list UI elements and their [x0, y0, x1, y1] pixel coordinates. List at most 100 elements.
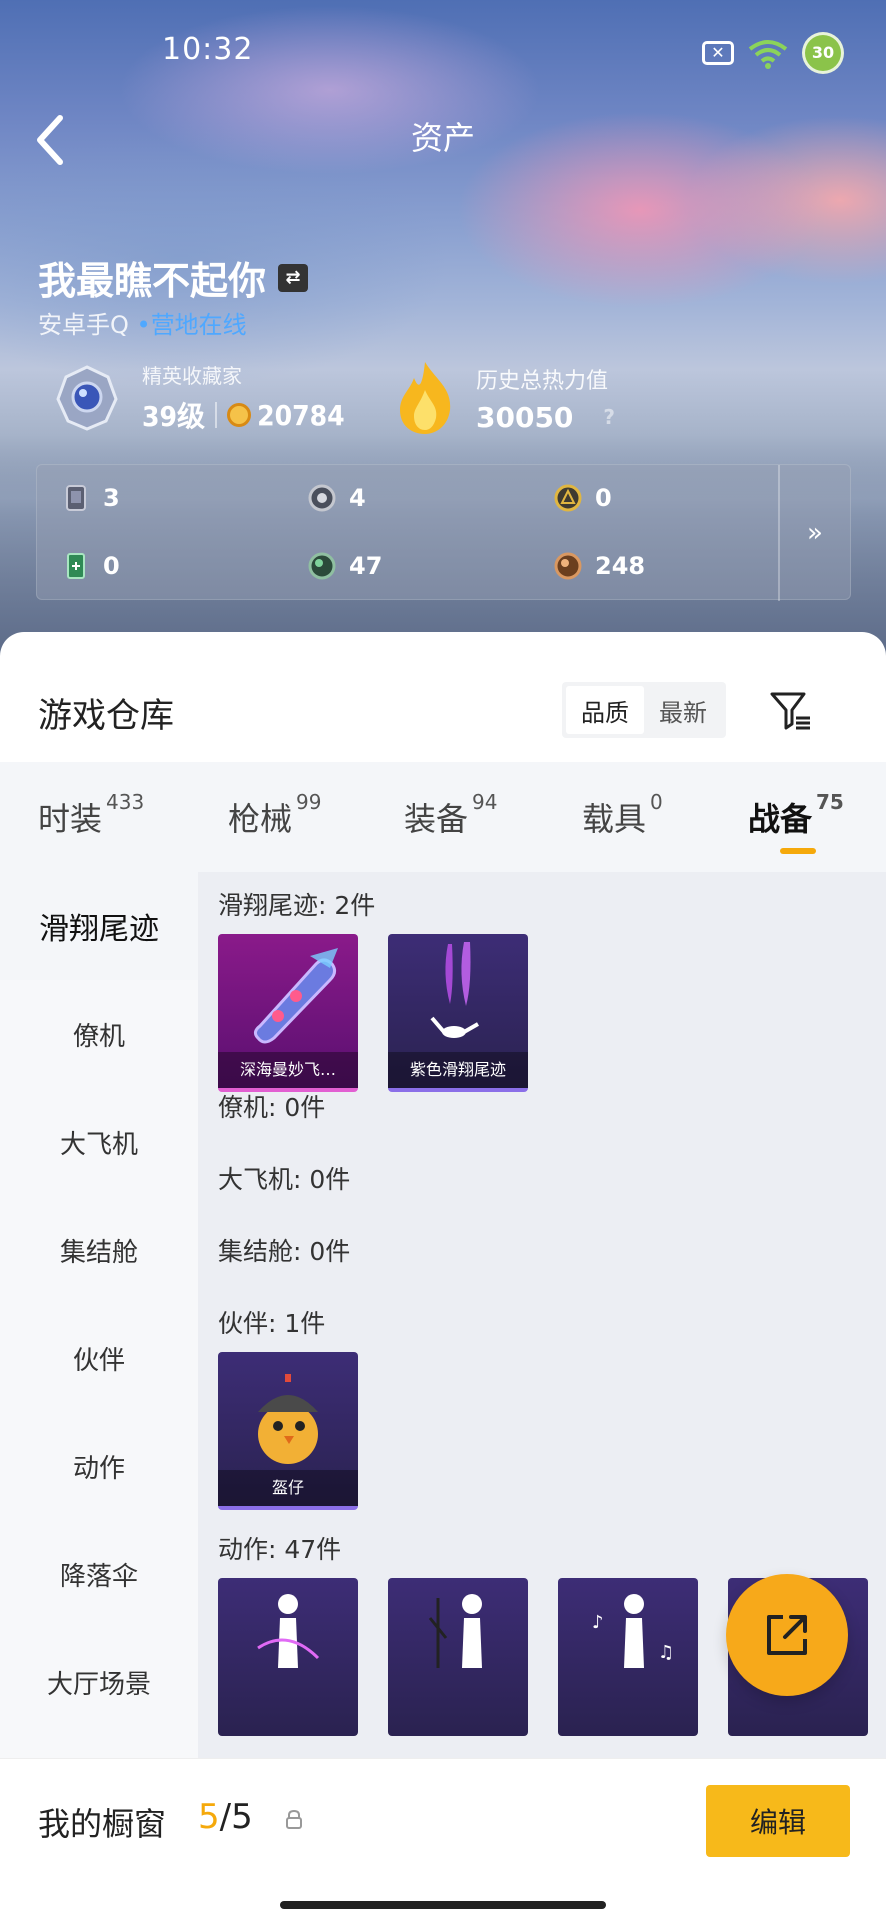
showcase-count: 5/5 [198, 1797, 253, 1837]
wifi-icon [748, 40, 788, 69]
sidebar-item-plane[interactable]: 大飞机 [0, 1088, 198, 1196]
helmet-chick-icon [258, 1374, 318, 1464]
collector-emblem-icon [56, 364, 118, 431]
item-card[interactable] [388, 1578, 528, 1736]
warehouse-sheet: 游戏仓库 品质 最新 时装 433 枪械 99 装备 94 载具 0 战备 75 滑翔尾迹… [0, 632, 886, 1920]
gold-token-icon [554, 484, 582, 512]
profile-hero: 10:32 ✕ 30 资产 我最瞧不起你 ⇄ 安卓手Q •营地在线 精英收藏家 … [0, 0, 886, 660]
category-tabs: 时装 433 枪械 99 装备 94 载具 0 战备 75 [0, 762, 886, 872]
collector-rank[interactable]: 精英收藏家 39级 20784 [52, 360, 345, 435]
group-label-glide: 滑翔尾迹: 2件 [218, 891, 376, 920]
silver-token-icon [308, 484, 336, 512]
active-tab-indicator [780, 848, 816, 854]
stat-green-ticket: 0 [61, 551, 120, 581]
sidebar-item-capsule[interactable]: 集结舱 [0, 1196, 198, 1304]
showcase-current: 5 [198, 1797, 220, 1837]
stat-value: 47 [349, 552, 383, 580]
profile-name: 我最瞧不起你 ⇄ [38, 250, 309, 305]
tab-equipment[interactable]: 装备 94 [404, 790, 497, 840]
warehouse-header: 游戏仓库 品质 最新 [0, 632, 886, 762]
group-label-capsule: 集结舱: 0件 [218, 1237, 351, 1266]
item-card[interactable]: 紫色滑翔尾迹 [388, 934, 528, 1092]
divider [215, 402, 218, 428]
snowboard-icon [253, 948, 338, 1044]
rank-title: 精英收藏家 [142, 364, 242, 388]
item-card[interactable]: 深海曼妙飞… [218, 934, 358, 1092]
item-name: 盔仔 [218, 1470, 358, 1506]
tab-fashion[interactable]: 时装 433 [38, 790, 144, 840]
online-dot: • [136, 311, 151, 339]
stat-value: 248 [595, 552, 646, 580]
group-label-partner: 伙伴: 1件 [218, 1309, 326, 1338]
tab-count: 0 [650, 790, 663, 814]
tab-count: 94 [472, 790, 498, 814]
dance-pose-icon [257, 1594, 320, 1668]
item-card[interactable]: 盔仔 [218, 1352, 358, 1510]
lock-icon [286, 1809, 302, 1829]
coin-value: 20784 [257, 398, 345, 432]
item-name: 紫色滑翔尾迹 [388, 1052, 528, 1088]
sidebar-item-wingman[interactable]: 僚机 [0, 980, 198, 1088]
group-label-emote: 动作: 47件 [218, 1535, 342, 1564]
filter-icon[interactable] [768, 688, 812, 732]
sidebar-item-glide-trail[interactable]: 滑翔尾迹 [0, 872, 198, 980]
bronze-orb-icon [554, 552, 582, 580]
help-icon[interactable]: ? [603, 405, 615, 429]
sidebar-item-lobby-scene[interactable]: 大厅场景 [0, 1628, 198, 1736]
level-value: 39级 [142, 400, 206, 433]
heat-title: 历史总热力值 [476, 368, 609, 394]
stats-more-button[interactable]: » [778, 465, 850, 601]
platform-label: 安卓手Q [38, 311, 129, 339]
card-icon [66, 485, 86, 511]
home-indicator [280, 1901, 606, 1909]
tab-count: 99 [296, 790, 322, 814]
stat-value: 0 [103, 552, 120, 580]
heat-value-block[interactable]: 历史总热力值 30050 ? [392, 360, 615, 436]
share-icon [767, 1615, 807, 1655]
battery-icon: 30 [802, 32, 844, 74]
item-card[interactable] [218, 1578, 358, 1736]
showcase-label: 我的橱窗 [38, 1805, 167, 1843]
item-card[interactable]: ♪ ♫ [558, 1578, 698, 1736]
online-status: 营地在线 [150, 311, 247, 339]
sort-toggle[interactable]: 品质 最新 [562, 682, 726, 738]
sort-newest[interactable]: 最新 [644, 686, 722, 734]
tab-battle-prep[interactable]: 战备 75 [748, 790, 844, 840]
tab-label: 时装 [38, 800, 103, 838]
green-orb-icon [308, 552, 336, 580]
showcase-separator: / [219, 1797, 232, 1837]
tab-label: 载具 [582, 800, 647, 838]
tab-weapons[interactable]: 枪械 99 [228, 790, 321, 840]
stat-value: 3 [103, 484, 120, 512]
warehouse-title: 游戏仓库 [38, 696, 174, 736]
page-title: 资产 [410, 119, 475, 157]
stat-value: 0 [595, 484, 612, 512]
edit-button[interactable]: 编辑 [706, 1785, 850, 1857]
tab-label: 战备 [748, 800, 813, 838]
showcase-bar: 我的橱窗 5/5 编辑 [0, 1758, 886, 1920]
sort-quality[interactable]: 品质 [566, 686, 644, 734]
tab-label: 枪械 [228, 800, 293, 838]
sim-off-icon: ✕ [702, 41, 734, 65]
svg-text:♫: ♫ [658, 1642, 674, 1663]
flame-icon [400, 362, 451, 434]
status-icons: ✕ 30 [702, 32, 844, 74]
tab-label: 装备 [404, 800, 469, 838]
sidebar-item-partner[interactable]: 伙伴 [0, 1304, 198, 1412]
swap-account-icon[interactable]: ⇄ [278, 263, 309, 292]
tab-vehicles[interactable]: 载具 0 [582, 790, 663, 840]
group-label-plane: 大飞机: 0件 [218, 1165, 351, 1194]
dance-pose-icon: ♪ ♫ [592, 1594, 674, 1668]
profile-subline: 安卓手Q •营地在线 [38, 305, 247, 340]
currency-stats-panel[interactable]: 3 4 0 0 47 248 » [36, 464, 851, 601]
profile-name-text: 我最瞧不起你 [38, 259, 267, 303]
green-ticket-icon [67, 553, 85, 579]
stat-value: 4 [349, 484, 366, 512]
tab-count: 433 [106, 790, 145, 814]
share-fab[interactable] [726, 1574, 848, 1696]
item-name: 深海曼妙飞… [218, 1052, 358, 1088]
tab-count: 75 [816, 790, 844, 814]
showcase-total: 5 [231, 1797, 253, 1837]
sidebar-item-emote[interactable]: 动作 [0, 1412, 198, 1520]
sidebar-item-parachute[interactable]: 降落伞 [0, 1520, 198, 1628]
